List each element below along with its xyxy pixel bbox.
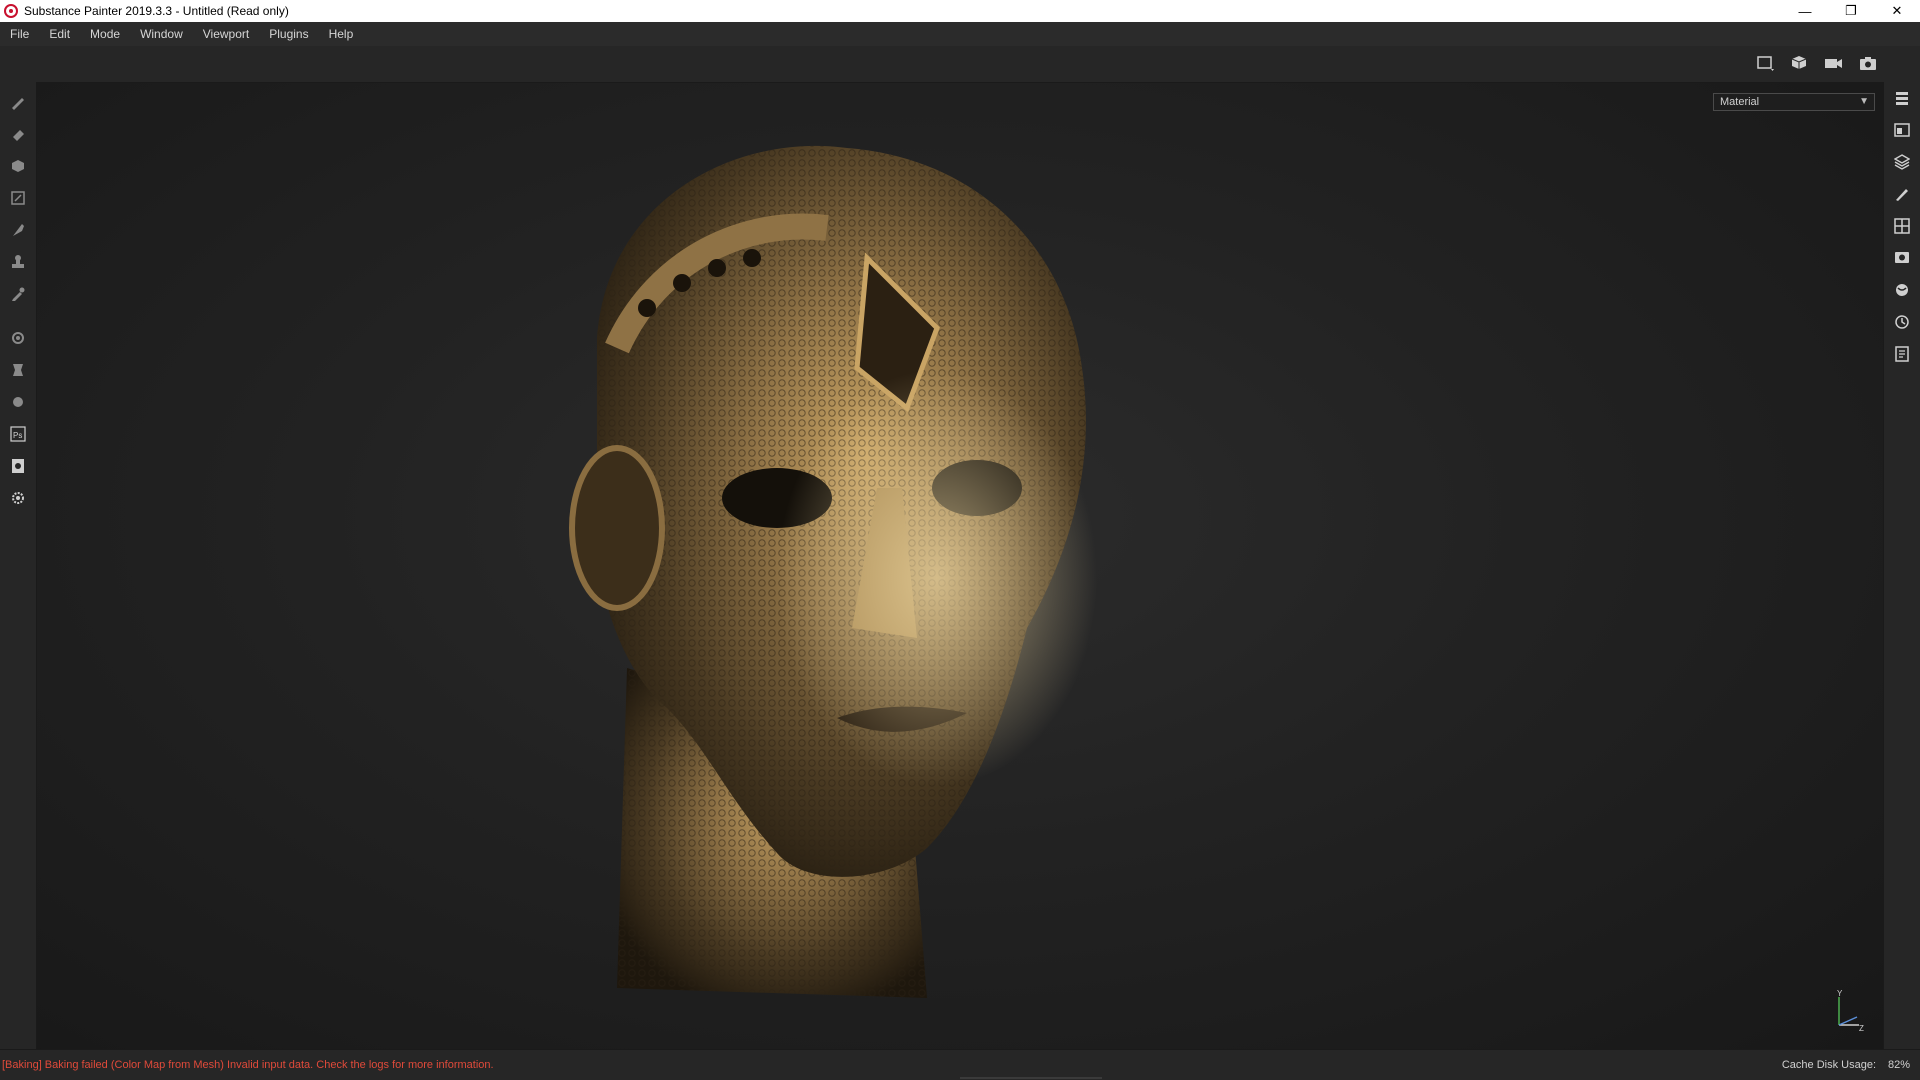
maximize-button[interactable]: ❐ xyxy=(1828,0,1874,22)
eraser-icon[interactable] xyxy=(8,124,28,144)
layer-stack-icon[interactable] xyxy=(1892,152,1912,172)
iray-icon[interactable] xyxy=(8,392,28,412)
window-controls: — ❐ ✕ xyxy=(1782,0,1920,22)
cache-disk-usage-value: 82% xyxy=(1887,1059,1910,1071)
tool-bar: Ps xyxy=(0,82,37,1050)
menu-bar: File Edit Mode Window Viewport Plugins H… xyxy=(0,22,1920,47)
cache-disk-usage-label: Cache Disk Usage: xyxy=(1781,1059,1876,1071)
minimize-button[interactable]: — xyxy=(1782,0,1828,22)
3d-view-icon[interactable] xyxy=(1788,52,1812,74)
panel-bar xyxy=(1883,82,1920,1050)
status-bar: [Baking] Baking failed (Color Map from M… xyxy=(0,1049,1920,1080)
title-bar: Substance Painter 2019.3.3 - Untitled (R… xyxy=(0,0,1920,22)
axis-z-label: Z xyxy=(1859,1024,1864,1033)
texture-set-icon[interactable] xyxy=(1892,120,1912,140)
progress-bar xyxy=(960,1077,1102,1079)
status-error-message[interactable]: [Baking] Baking failed (Color Map from M… xyxy=(2,1059,494,1071)
projection-icon[interactable] xyxy=(8,156,28,176)
axis-gizmo: Y Z xyxy=(1837,989,1864,1033)
chevron-down-icon: ▼ xyxy=(1859,96,1869,107)
screenshot-icon[interactable] xyxy=(1856,52,1880,74)
head-3d-model[interactable] xyxy=(507,108,1157,1008)
export-textures-icon[interactable] xyxy=(8,456,28,476)
menu-mode[interactable]: Mode xyxy=(80,22,130,46)
channel-select[interactable]: Material ▼ xyxy=(1713,93,1875,111)
viewport-frame-icon[interactable] xyxy=(1754,52,1778,74)
substance-painter-logo-icon xyxy=(4,4,18,18)
paint-brush-icon[interactable] xyxy=(8,92,28,112)
window-title: Substance Painter 2019.3.3 - Untitled (R… xyxy=(24,4,289,18)
bake-settings-icon[interactable] xyxy=(8,328,28,348)
polygon-fill-icon[interactable] xyxy=(8,188,28,208)
display-settings-icon[interactable] xyxy=(1892,216,1912,236)
menu-file[interactable]: File xyxy=(0,22,39,46)
menu-edit[interactable]: Edit xyxy=(39,22,80,46)
log-icon[interactable] xyxy=(1892,344,1912,364)
viewport-toolbar xyxy=(0,46,1920,83)
channel-select-value: Material xyxy=(1720,96,1760,108)
history-icon[interactable] xyxy=(1892,312,1912,332)
shelf-icon[interactable] xyxy=(1892,280,1912,300)
3d-viewport[interactable]: Material ▼ Y Z xyxy=(37,83,1883,1049)
menu-plugins[interactable]: Plugins xyxy=(259,22,318,46)
physics-painter-icon[interactable] xyxy=(8,360,28,380)
menu-help[interactable]: Help xyxy=(319,22,364,46)
settings-gear-icon[interactable] xyxy=(8,488,28,508)
menu-window[interactable]: Window xyxy=(130,22,193,46)
photoshop-export-icon[interactable]: Ps xyxy=(8,424,28,444)
layers-panel-icon[interactable] xyxy=(1892,88,1912,108)
color-picker-icon[interactable] xyxy=(8,284,28,304)
menu-viewport[interactable]: Viewport xyxy=(193,22,259,46)
camera-mode-icon[interactable] xyxy=(1822,52,1846,74)
photoshop-glyph: Ps xyxy=(13,431,22,440)
brush-properties-icon[interactable] xyxy=(1892,184,1912,204)
close-button[interactable]: ✕ xyxy=(1874,0,1920,22)
viewer-settings-icon[interactable] xyxy=(1892,248,1912,268)
axis-y-label: Y xyxy=(1837,989,1843,998)
smudge-icon[interactable] xyxy=(8,220,28,240)
clone-stamp-icon[interactable] xyxy=(8,252,28,272)
